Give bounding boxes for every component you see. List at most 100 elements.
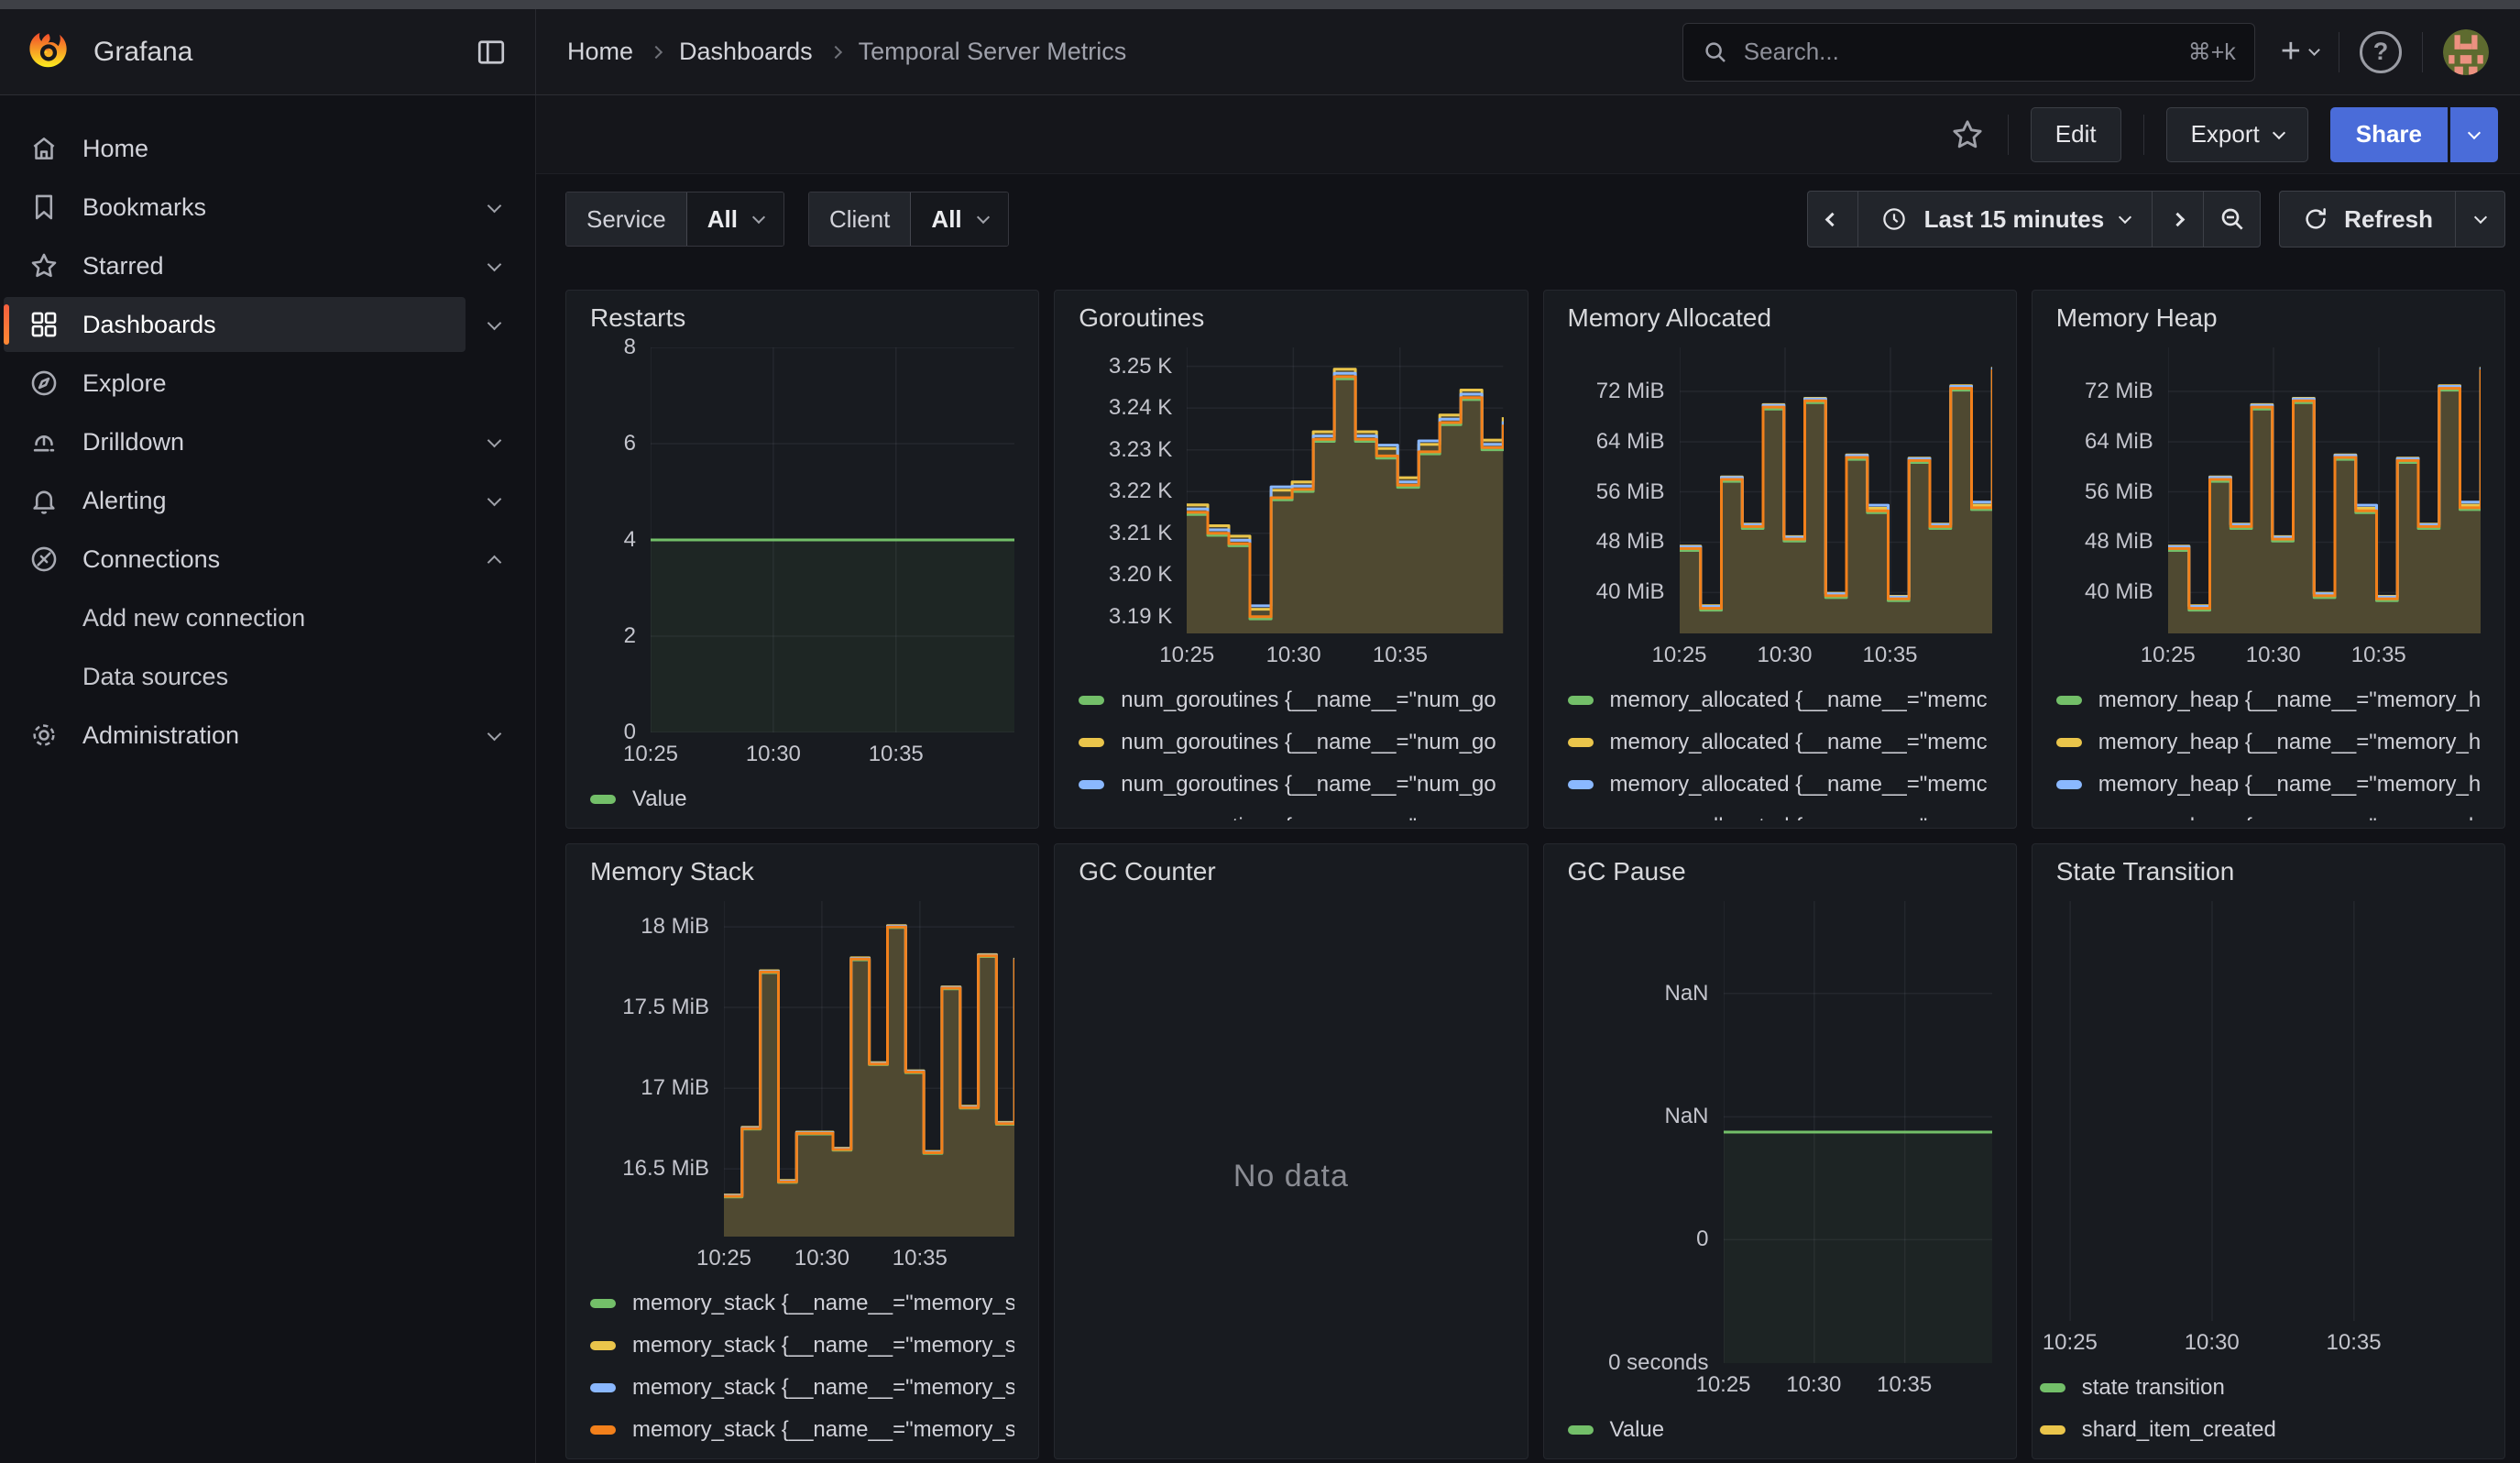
legend-item[interactable]: memory_allocated {__name__="memc	[1568, 721, 1992, 764]
plot-area[interactable]	[1187, 347, 1503, 633]
legend-item[interactable]: memory_heap {__name__="memory_h	[2056, 806, 2481, 820]
chevron-down-icon[interactable]	[466, 263, 522, 270]
help-icon[interactable]: ?	[2360, 31, 2402, 73]
chevron-down-icon[interactable]	[466, 322, 522, 328]
x-tick-label: 10:35	[1373, 643, 1428, 668]
dock-menu-toggle-icon[interactable]	[475, 36, 508, 69]
legend-item[interactable]: num_goroutines {__name__="num_go	[1079, 764, 1503, 806]
sidebar-item-administration: Administration	[4, 706, 522, 764]
sidebar-link[interactable]: Connections	[4, 532, 466, 587]
legend-swatch-green	[1568, 696, 1594, 705]
legend-item[interactable]: num_goroutines {__name__="num_go	[1079, 721, 1503, 764]
favorite-star-icon[interactable]	[1949, 116, 1986, 153]
panel-title[interactable]: GC Pause	[1568, 857, 1992, 901]
panel-title[interactable]: Memory Allocated	[1568, 303, 1992, 347]
legend-item[interactable]: memory_allocated {__name__="memc	[1568, 679, 1992, 721]
sidebar-link[interactable]: Explore	[4, 356, 466, 411]
legend-item[interactable]: memory_stack {__name__="memory_s	[590, 1409, 1014, 1451]
export-button[interactable]: Export	[2166, 107, 2308, 162]
y-tick-label: 56 MiB	[1596, 479, 1665, 505]
gear-icon	[16, 720, 71, 751]
window-top-strip	[0, 0, 2520, 9]
chevron-down-icon[interactable]	[466, 204, 522, 211]
panel-title[interactable]: Goroutines	[1079, 303, 1503, 347]
plot-area[interactable]	[651, 347, 1014, 732]
refresh-button[interactable]: Refresh	[2279, 191, 2456, 248]
legend-swatch-blue	[590, 1383, 616, 1392]
chevron-up-icon[interactable]	[466, 552, 522, 567]
zoom-out-time-icon[interactable]	[2204, 191, 2261, 248]
plot-area[interactable]	[1724, 901, 1992, 1363]
share-dropdown-chevron-icon[interactable]	[2450, 107, 2498, 162]
refresh-interval-chevron-icon[interactable]	[2456, 191, 2505, 248]
legend-item[interactable]: memory_stack {__name__="memory_s	[590, 1282, 1014, 1325]
legend-item[interactable]: memory_heap {__name__="memory_h	[2056, 679, 2481, 721]
x-tick-label: 10:30	[1786, 1372, 1841, 1398]
plot-area[interactable]	[1680, 347, 1992, 633]
plot-area[interactable]	[724, 901, 1014, 1237]
service-variable-dropdown[interactable]: Service All	[565, 192, 784, 247]
search-icon	[1702, 38, 1729, 66]
sidebar-link[interactable]: Alerting	[4, 473, 466, 528]
sidebar-link[interactable]: Dashboards	[4, 297, 466, 352]
no-data-text: No data	[1079, 901, 1503, 1451]
sidebar-link[interactable]: Drilldown	[4, 414, 466, 469]
x-tick-label: 10:35	[2327, 1330, 2382, 1356]
sidebar-link[interactable]: Home	[4, 121, 466, 176]
add-new-button[interactable]: +	[2281, 32, 2318, 72]
y-tick-label: 6	[624, 431, 636, 456]
bookmark-icon	[16, 192, 71, 223]
legend-item[interactable]: num_goroutines {__name__="num_go	[1079, 679, 1503, 721]
y-tick-label: 3.20 K	[1109, 562, 1172, 588]
panel-title[interactable]: Memory Stack	[590, 857, 1014, 901]
legend-label: memory_allocated {__name__="memc	[1610, 688, 1988, 713]
y-tick-label: 48 MiB	[2085, 529, 2153, 555]
time-shift-forward-button[interactable]	[2153, 191, 2204, 248]
panel-goroutines: Goroutines 3.25 K3.24 K3.23 K3.22 K3.21 …	[1054, 290, 1528, 829]
client-variable-label: Client	[809, 192, 911, 246]
legend-item[interactable]: memory_allocated {__name__="memc	[1568, 806, 1992, 820]
legend-item[interactable]: num_goroutines {__name__="num_go	[1079, 806, 1503, 820]
search-input[interactable]: ⌘+k	[1682, 23, 2255, 82]
legend-item[interactable]: state transition	[2040, 1367, 2481, 1409]
legend-item[interactable]: memory_stack {__name__="memory_s	[590, 1325, 1014, 1367]
legend-item[interactable]: memory_heap {__name__="memory_h	[2056, 721, 2481, 764]
legend: num_goroutines {__name__="num_gonum_goro…	[1079, 676, 1503, 820]
search-field[interactable]	[1744, 38, 2174, 66]
x-tick-label: 10:35	[893, 1246, 948, 1271]
legend: memory_stack {__name__="memory_smemory_s…	[590, 1279, 1014, 1451]
y-tick-label: 18 MiB	[641, 914, 709, 940]
sidebar-subitem-add-new-connection[interactable]: Add new connection	[4, 588, 522, 647]
legend-item[interactable]: Value	[590, 778, 1014, 820]
panel-title[interactable]: GC Counter	[1079, 857, 1503, 901]
panel-title[interactable]: Restarts	[590, 303, 1014, 347]
sidebar-item-label: Explore	[82, 369, 167, 398]
legend-item[interactable]: memory_allocated {__name__="memc	[1568, 764, 1992, 806]
sidebar-link[interactable]: Starred	[4, 238, 466, 293]
legend-item[interactable]: shard_item_created	[2040, 1409, 2481, 1451]
chevron-down-icon[interactable]	[466, 498, 522, 504]
share-button[interactable]: Share	[2330, 107, 2448, 162]
time-shift-back-button[interactable]	[1807, 191, 1858, 248]
legend-item[interactable]: Value	[1568, 1409, 1992, 1451]
legend-item[interactable]: memory_stack {__name__="memory_s	[590, 1367, 1014, 1409]
sidebar-subitem-data-sources[interactable]: Data sources	[4, 647, 522, 706]
client-variable-dropdown[interactable]: Client All	[808, 192, 1009, 247]
legend-item[interactable]: memory_heap {__name__="memory_h	[2056, 764, 2481, 806]
plot-area[interactable]	[2051, 901, 2481, 1321]
plot-area[interactable]	[2168, 347, 2481, 633]
sidebar-link[interactable]: Administration	[4, 708, 466, 763]
edit-button[interactable]: Edit	[2031, 107, 2121, 162]
breadcrumb-item[interactable]: Home	[567, 38, 633, 66]
x-tick-label: 10:35	[1862, 643, 1917, 668]
time-range-picker[interactable]: Last 15 minutes	[1858, 191, 2153, 248]
chevron-down-icon[interactable]	[466, 439, 522, 446]
breadcrumb-item[interactable]: Dashboards	[679, 38, 813, 66]
share-button-group: Share	[2330, 107, 2498, 162]
user-avatar[interactable]	[2443, 29, 2489, 75]
panel-title[interactable]: State Transition	[2056, 857, 2481, 901]
sidebar-link[interactable]: Bookmarks	[4, 180, 466, 235]
chevron-down-icon[interactable]	[466, 732, 522, 739]
legend-label: memory_allocated {__name__="memc	[1610, 814, 1988, 820]
panel-title[interactable]: Memory Heap	[2056, 303, 2481, 347]
